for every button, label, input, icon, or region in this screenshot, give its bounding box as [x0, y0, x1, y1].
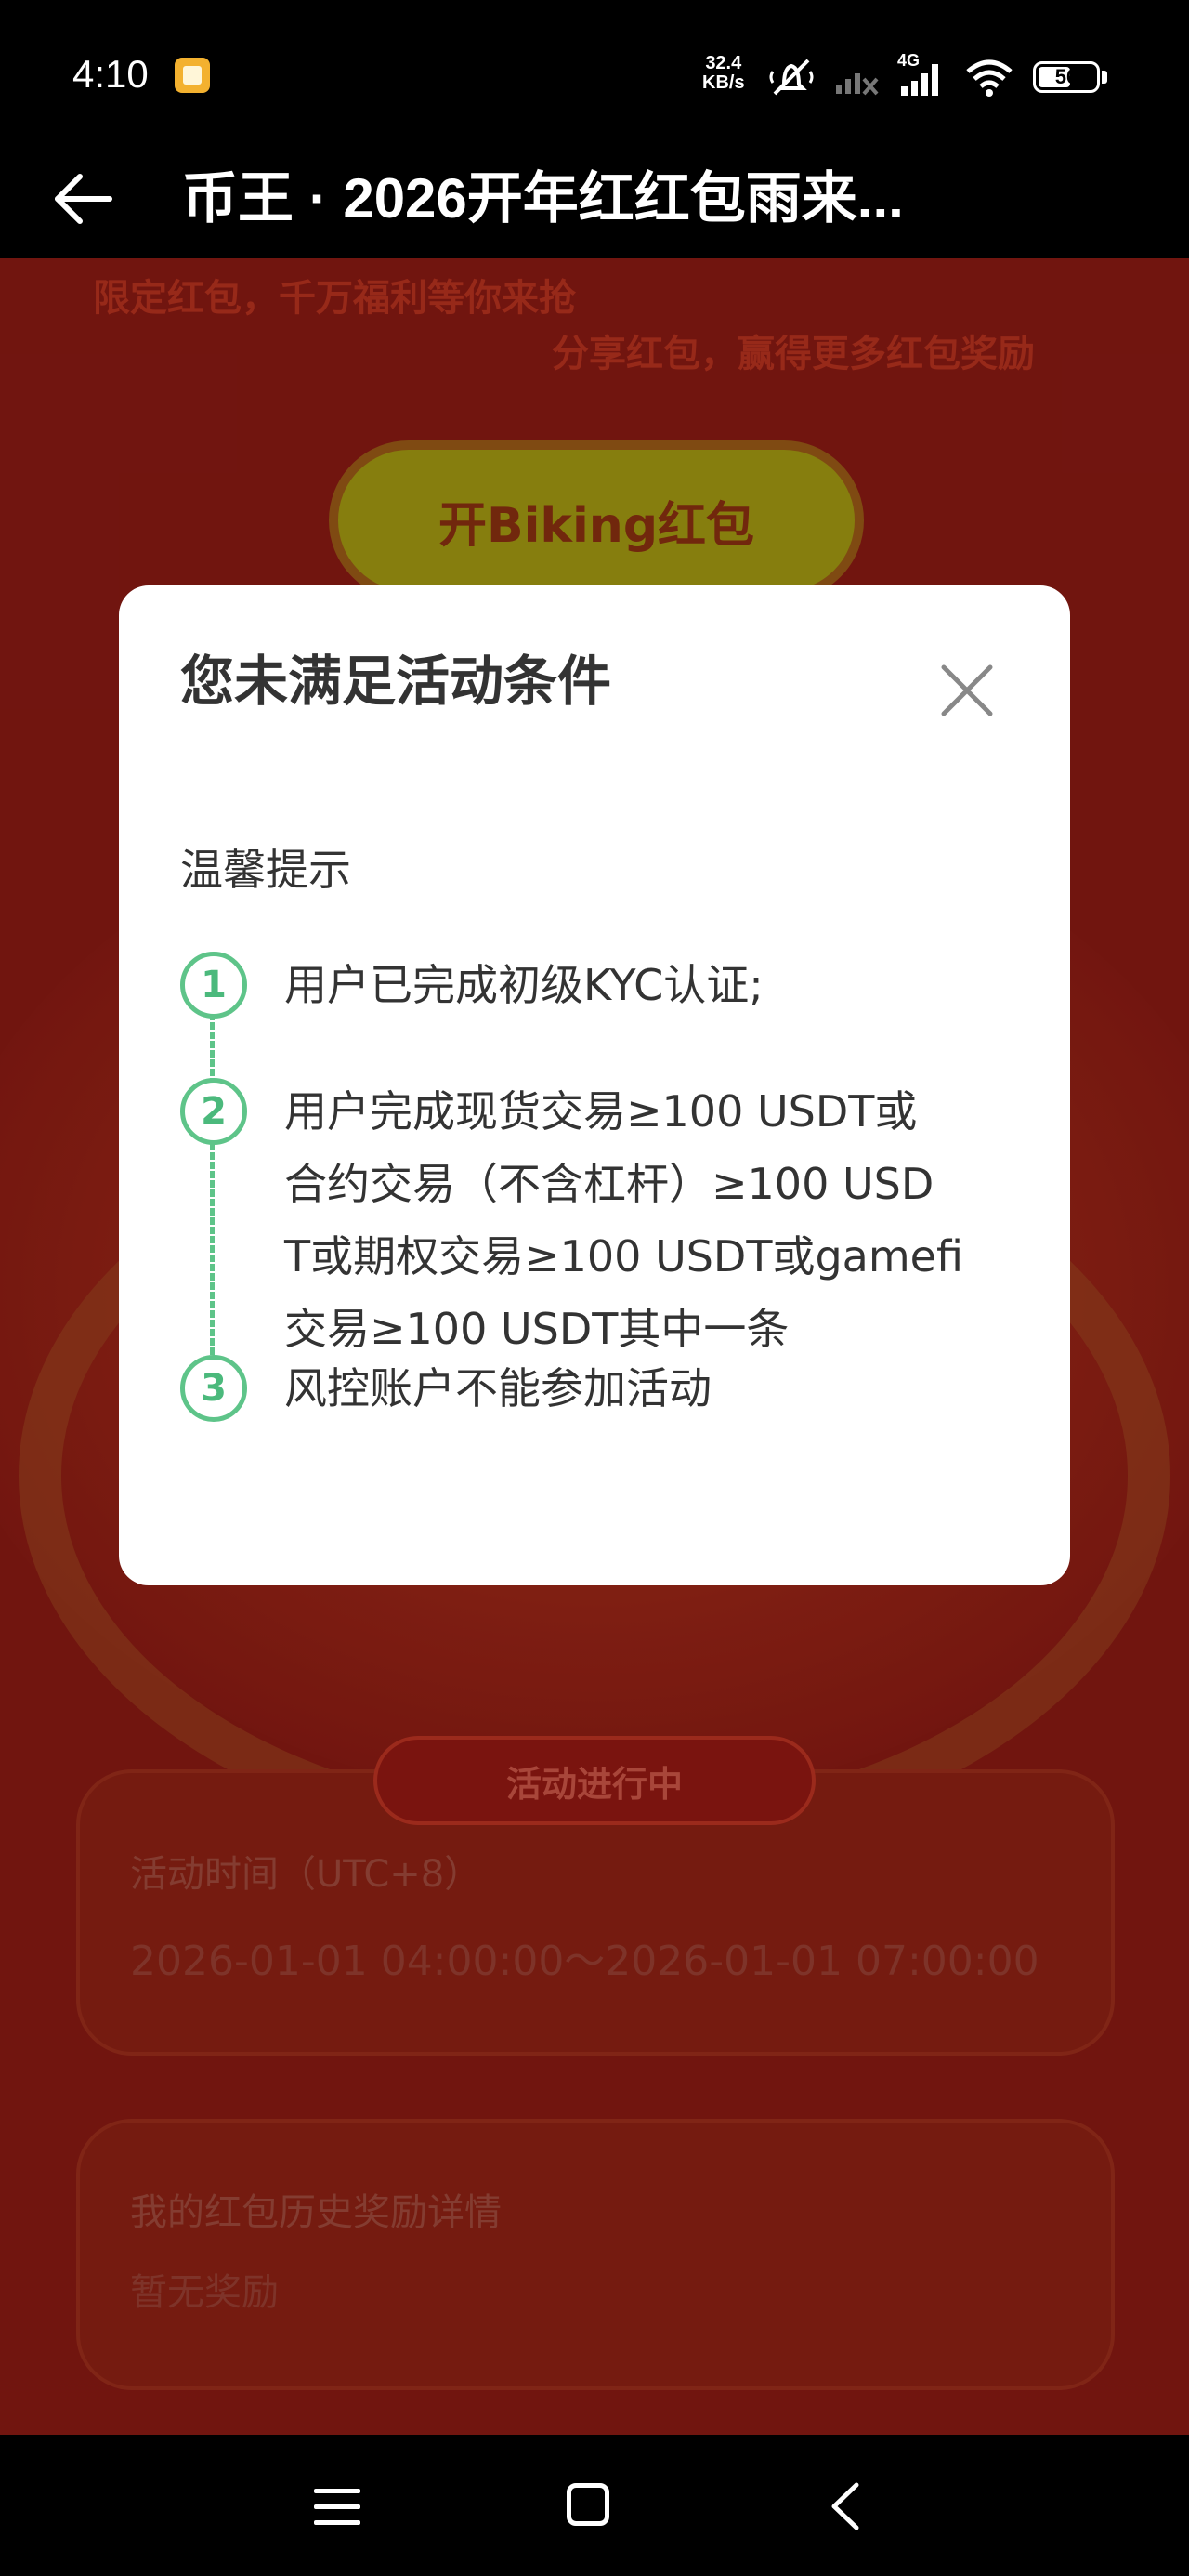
back-arrow-icon[interactable] — [52, 167, 115, 230]
page-title: 币王 · 2026开年红红包雨来... — [182, 167, 904, 230]
network-speed-unit: KB/s — [702, 72, 745, 93]
network-speed-value: 32.4 — [705, 53, 742, 73]
nav-back-icon[interactable] — [823, 2481, 869, 2531]
step-number-badge: 2 — [180, 1078, 247, 1145]
system-nav-bar — [0, 2435, 1189, 2576]
condition-steps: 1 用户已完成初级KYC认证; 2 用户完成现货交易≥100 USDT或 合约交… — [180, 952, 1035, 1425]
step-connector — [210, 1013, 215, 1084]
activity-status-badge: 活动进行中 — [373, 1736, 816, 1825]
battery-level: 56 — [1054, 65, 1078, 88]
condition-step-2: 2 用户完成现货交易≥100 USDT或 合约交易（不含杠杆）≥100 USD … — [180, 1078, 1035, 1355]
app-bar: 币王 · 2026开年红红包雨来... — [0, 139, 1189, 258]
status-time: 4:10 — [72, 52, 149, 96]
dialog-title: 您未满足活动条件 — [180, 650, 612, 713]
status-icons: 4G — [767, 51, 1014, 100]
tip-label: 温馨提示 — [180, 845, 351, 895]
step-text: 风控账户不能参加活动 — [284, 1363, 712, 1413]
status-bar: 4:10 32.4 KB/s 4G 56 — [0, 0, 1189, 139]
close-icon[interactable] — [938, 662, 996, 719]
recent-apps-icon[interactable] — [314, 2489, 360, 2526]
condition-step-1: 1 用户已完成初级KYC认证; — [180, 952, 1035, 1078]
home-icon[interactable] — [567, 2483, 609, 2526]
vibrate-mute-icon — [769, 59, 814, 96]
wifi-icon — [966, 59, 1013, 97]
condition-step-3: 3 风控账户不能参加活动 — [180, 1355, 1035, 1425]
step-number-badge: 1 — [180, 952, 247, 1019]
step-text: 用户完成现货交易≥100 USDT或 合约交易（不含杠杆）≥100 USD T或… — [284, 1086, 963, 1354]
step-connector — [210, 1143, 215, 1362]
conditions-dialog: 您未满足活动条件 温馨提示 1 用户已完成初级KYC认证; 2 用户完成现货交易… — [119, 585, 1070, 1585]
signal-sim1-icon — [836, 73, 879, 96]
signal-4g-icon: 4G — [897, 51, 946, 98]
battery-icon: 56 — [1033, 61, 1100, 93]
network-speed: 32.4 KB/s — [702, 54, 745, 93]
app-notification-icon — [175, 58, 210, 93]
step-number-badge: 3 — [180, 1355, 247, 1422]
step-text: 用户已完成初级KYC认证; — [284, 960, 764, 1010]
